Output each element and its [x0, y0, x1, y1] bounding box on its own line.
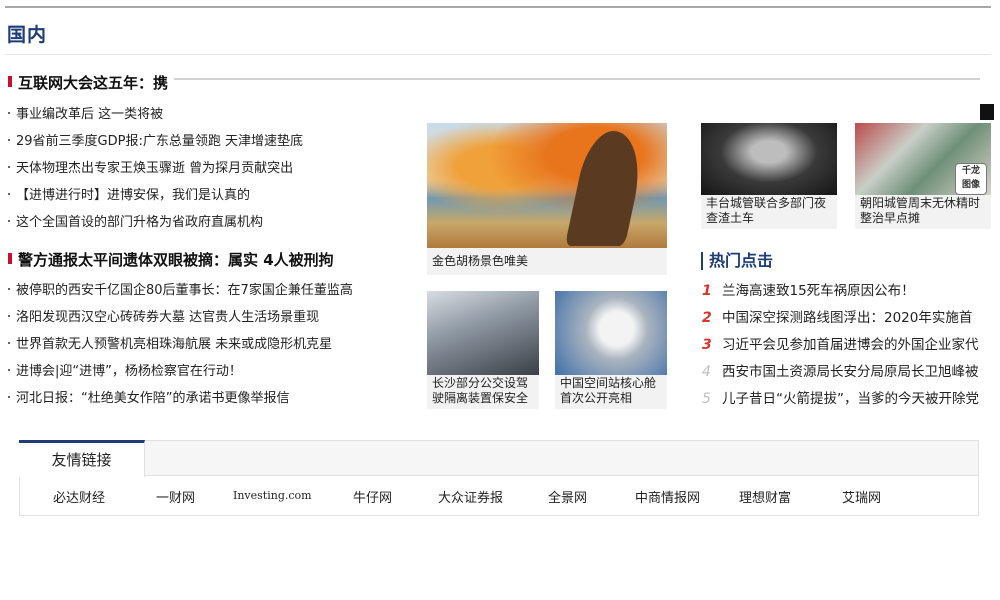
top-divider — [5, 6, 991, 8]
hot-item[interactable]: 3 习近平会见参加首届进博会的外国企业家代 — [702, 332, 992, 359]
list-item[interactable]: 世界首款无人预警机亮相珠海航展 未来或成隐形机克星 — [8, 331, 413, 358]
link-item[interactable]: 中商情报网 — [635, 487, 700, 506]
headline-2[interactable]: 警方通报太平间遗体双眼被摘：属实 4人被刑拘 — [8, 249, 408, 270]
photo-caption[interactable]: 金色胡杨景色唯美 — [432, 254, 663, 269]
rank-number: 3 — [702, 337, 712, 353]
list-item[interactable]: 这个全国首设的部门升格为省政府直属机构 — [8, 209, 353, 236]
overlay-dark-edge — [980, 104, 994, 120]
link-item[interactable]: 理想财富 — [739, 487, 791, 506]
photo-golden-poplar[interactable]: 金色胡杨景色唯美 — [427, 123, 667, 275]
tab-friendly-links[interactable]: 友情链接 — [19, 440, 145, 477]
night-patrol-photo — [701, 123, 837, 195]
news-list-1: 事业编改革后 这一类将被 29省前三季度GDP报:广东总量领跑 天津增速垫底 天… — [8, 101, 353, 236]
rank-number: 1 — [702, 283, 712, 299]
qianlong-logo: 千龙 图像 — [955, 163, 987, 195]
list-item[interactable]: 洛阳发现西汉空心砖砖券大墓 达官贵人生活场景重现 — [8, 304, 413, 331]
link-item[interactable]: 牛仔网 — [353, 487, 392, 506]
link-item[interactable]: 一财网 — [156, 487, 195, 506]
list-item[interactable]: 【进博进行时】进博安保，我们是认真的 — [8, 182, 353, 209]
photo-caption[interactable]: 丰台城管联合多部门夜查渣土车 — [706, 196, 833, 226]
news-list-2: 被停职的西安千亿国企80后董事长：在7家国企兼任董监高 洛阳发现西汉空心砖砖券大… — [8, 277, 413, 412]
links-header: 友情链接 — [19, 440, 978, 477]
title-divider — [5, 54, 991, 55]
photo-bus-driver[interactable]: 长沙部分公交设驾驶隔离装置保安全 — [427, 291, 539, 409]
hot-item[interactable]: 5 儿子昔日“火箭提拔”，当爹的今天被开除党 — [702, 386, 992, 413]
rank-number: 4 — [702, 364, 711, 380]
list-item[interactable]: 河北日报：“杜绝美女作陪”的承诺书更像举报信 — [8, 385, 413, 412]
section-title: 国内 — [7, 24, 48, 46]
link-item[interactable]: 艾瑞网 — [842, 487, 881, 506]
headline-marker — [8, 76, 12, 87]
hot-item[interactable]: 4 西安市国土资源局长安分局原局长卫旭峰被 — [702, 359, 992, 386]
link-item[interactable]: Investing.com — [233, 489, 312, 502]
photo-caption[interactable]: 朝阳城管周末无休精时整治早点摊 — [860, 196, 987, 226]
autumn-poplar-photo — [427, 123, 667, 248]
list-item[interactable]: 天体物理杰出专家王焕玉骤逝 曾为探月贡献突出 — [8, 155, 353, 182]
space-station-photo — [555, 291, 667, 375]
link-item[interactable]: 大众证券报 — [438, 487, 503, 506]
link-item[interactable]: 全景网 — [548, 487, 587, 506]
link-item[interactable]: 必达财经 — [53, 487, 105, 506]
photo-space-station[interactable]: 中国空间站核心舱首次公开亮相 — [555, 291, 667, 409]
links-row: 必达财经 一财网 Investing.com 牛仔网 大众证券报 全景网 中商情… — [20, 487, 978, 507]
photo-night-patrol[interactable]: 丰台城管联合多部门夜查渣土车 — [701, 123, 837, 229]
list-item[interactable]: 被停职的西安千亿国企80后董事长：在7家国企兼任董监高 — [8, 277, 413, 304]
list-item[interactable]: 事业编改革后 这一类将被 — [8, 101, 353, 128]
photo-caption[interactable]: 长沙部分公交设驾驶隔离装置保安全 — [432, 376, 535, 406]
photo-food-cart[interactable]: 千龙 图像 朝阳城管周末无休精时整治早点摊 — [855, 123, 991, 229]
rank-number: 5 — [702, 391, 711, 407]
headline-2-text[interactable]: 警方通报太平间遗体双眼被摘：属实 4人被刑拘 — [18, 251, 334, 269]
headline-marker — [8, 253, 12, 264]
list-item[interactable]: 29省前三季度GDP报:广东总量领跑 天津增速垫底 — [8, 128, 353, 155]
photo-caption[interactable]: 中国空间站核心舱首次公开亮相 — [560, 376, 663, 406]
headline-1-text[interactable]: 互联网大会这五年：携 — [18, 74, 168, 92]
hot-clicks-title: 热门点击 — [701, 252, 773, 270]
hot-item[interactable]: 2 中国深空探测路线图浮出：2020年实施首 — [702, 305, 992, 332]
hot-item[interactable]: 1 兰海高速致15死车祸原因公布！ — [702, 278, 992, 305]
rank-number: 2 — [702, 310, 712, 326]
hot-clicks-list: 1 兰海高速致15死车祸原因公布！ 2 中国深空探测路线图浮出：2020年实施首 3… — [702, 278, 992, 413]
friendly-links-panel: 友情链接 必达财经 一财网 Investing.com 牛仔网 大众证券报 全景… — [19, 440, 979, 516]
headline-1[interactable]: 互联网大会这五年：携 — [8, 72, 178, 93]
bus-driver-photo — [427, 291, 539, 375]
list-item[interactable]: 进博会|迎“进博”，杨杨检察官在行动！ — [8, 358, 413, 385]
food-cart-photo: 千龙 图像 — [855, 123, 991, 195]
